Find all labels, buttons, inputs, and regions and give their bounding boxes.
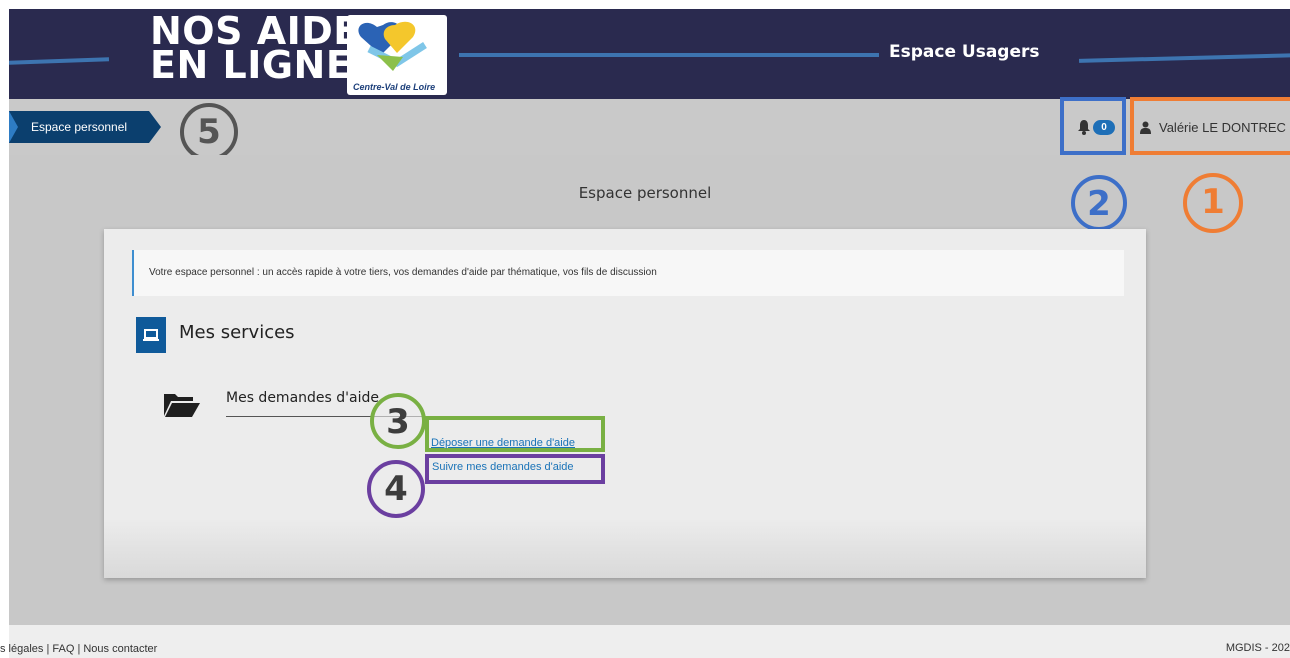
logo-subtitle: Centre-Val de Loire bbox=[353, 82, 436, 92]
page-footer bbox=[9, 625, 1290, 658]
header-stripe-middle bbox=[459, 53, 879, 57]
deposer-demande-link[interactable]: Déposer une demande d'aide bbox=[431, 437, 575, 449]
user-menu-name[interactable]: Valérie LE DONTREC bbox=[1159, 120, 1286, 135]
card-footer-shade bbox=[104, 518, 1146, 578]
folder-open-icon bbox=[164, 394, 200, 417]
services-title: Mes services bbox=[179, 322, 295, 343]
bell-icon[interactable] bbox=[1077, 119, 1091, 135]
header-stripe-left bbox=[9, 57, 110, 65]
demandes-section-title: Mes demandes d'aide bbox=[226, 390, 379, 406]
header-stripe-right bbox=[1078, 53, 1290, 63]
heart-logo-icon bbox=[358, 21, 427, 71]
annotation-marker-3: 3 bbox=[370, 393, 426, 449]
laptop-icon bbox=[143, 329, 159, 341]
header-title: Espace Usagers bbox=[889, 42, 1040, 62]
suivre-demandes-link[interactable]: Suivre mes demandes d'aide bbox=[432, 461, 574, 473]
services-section-icon bbox=[136, 317, 166, 353]
annotation-marker-5: 5 bbox=[180, 103, 238, 161]
notification-count-badge[interactable]: 0 bbox=[1093, 120, 1115, 135]
footer-copyright: MGDIS - 202 bbox=[1225, 642, 1290, 654]
annotation-marker-4: 4 bbox=[367, 460, 425, 518]
info-text: Votre espace personnel : un accès rapide… bbox=[149, 267, 657, 278]
breadcrumb-espace-personnel[interactable]: Espace personnel bbox=[9, 111, 161, 143]
annotation-marker-2: 2 bbox=[1071, 175, 1127, 231]
footer-links[interactable]: s légales | FAQ | Nous contacter bbox=[0, 643, 157, 655]
user-icon bbox=[1140, 121, 1151, 134]
site-header: NOS AIDES EN LIGNE Centre-Val de Loire E… bbox=[9, 9, 1290, 99]
region-logo: Centre-Val de Loire bbox=[347, 15, 447, 95]
annotation-marker-1: 1 bbox=[1183, 173, 1243, 233]
info-banner: Votre espace personnel : un accès rapide… bbox=[132, 250, 1124, 296]
